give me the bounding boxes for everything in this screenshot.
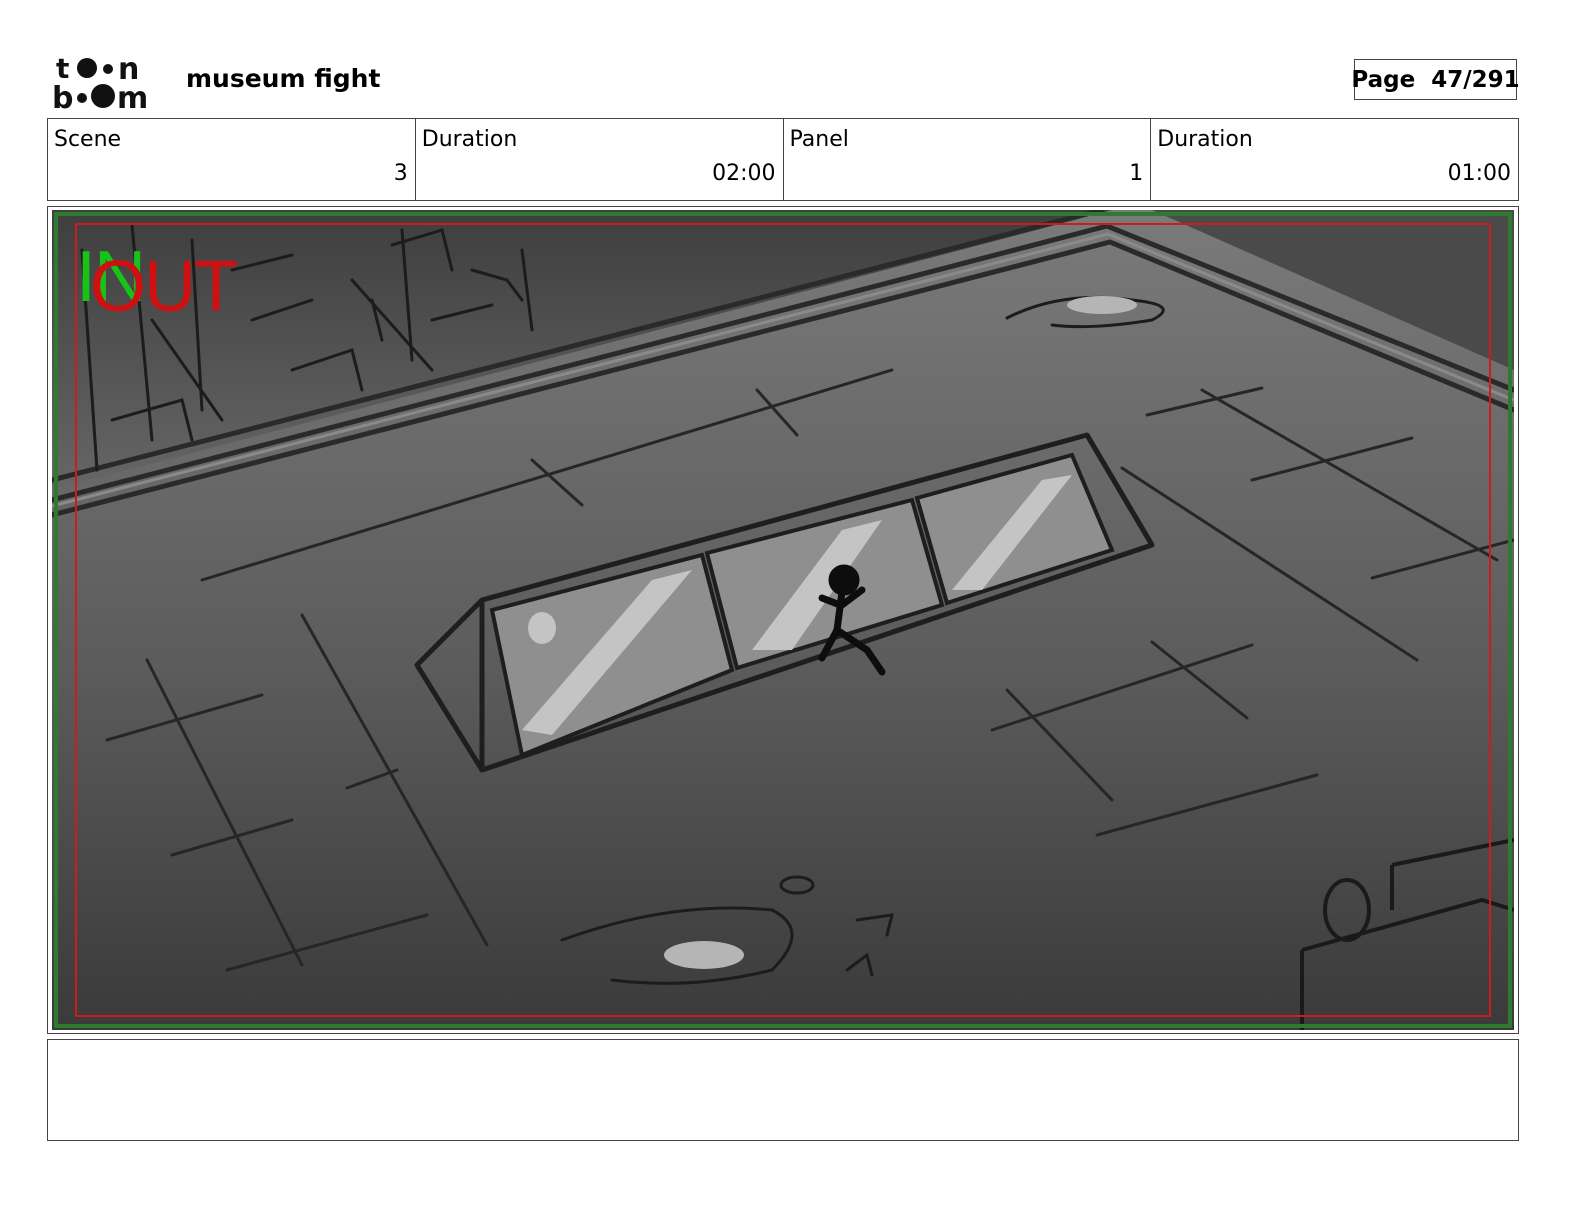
panel-value: 1 <box>1129 161 1144 186</box>
storyboard-sketch <box>52 210 1514 1030</box>
panel-duration-label: Duration <box>1157 127 1253 152</box>
out-marker: OUT <box>90 247 238 327</box>
panel-cell: Panel 1 <box>784 119 1152 200</box>
scene-duration-label: Duration <box>421 127 518 152</box>
svg-text:b: b <box>52 81 73 110</box>
scene-duration-value: 02:00 <box>712 161 776 186</box>
scene-duration-cell: Duration 02:00 <box>416 119 784 200</box>
page-indicator: Page 47/291 <box>1351 59 1520 100</box>
scene-value: 3 <box>393 161 408 186</box>
panel-label: Panel <box>789 127 849 152</box>
svg-text:m: m <box>117 81 148 110</box>
document-title: museum fight <box>186 64 381 93</box>
scene-label: Scene <box>54 127 122 152</box>
scene-info-row: Scene 3 Duration 02:00 Panel 1 Duration … <box>47 118 1519 201</box>
panel-notes-box[interactable] <box>47 1039 1519 1141</box>
panel-duration-value: 01:00 <box>1447 161 1511 186</box>
toon-boom-logo: t n b m <box>52 52 148 110</box>
scene-cell: Scene 3 <box>48 119 416 200</box>
panel-duration-cell: Duration 01:00 <box>1151 119 1518 200</box>
